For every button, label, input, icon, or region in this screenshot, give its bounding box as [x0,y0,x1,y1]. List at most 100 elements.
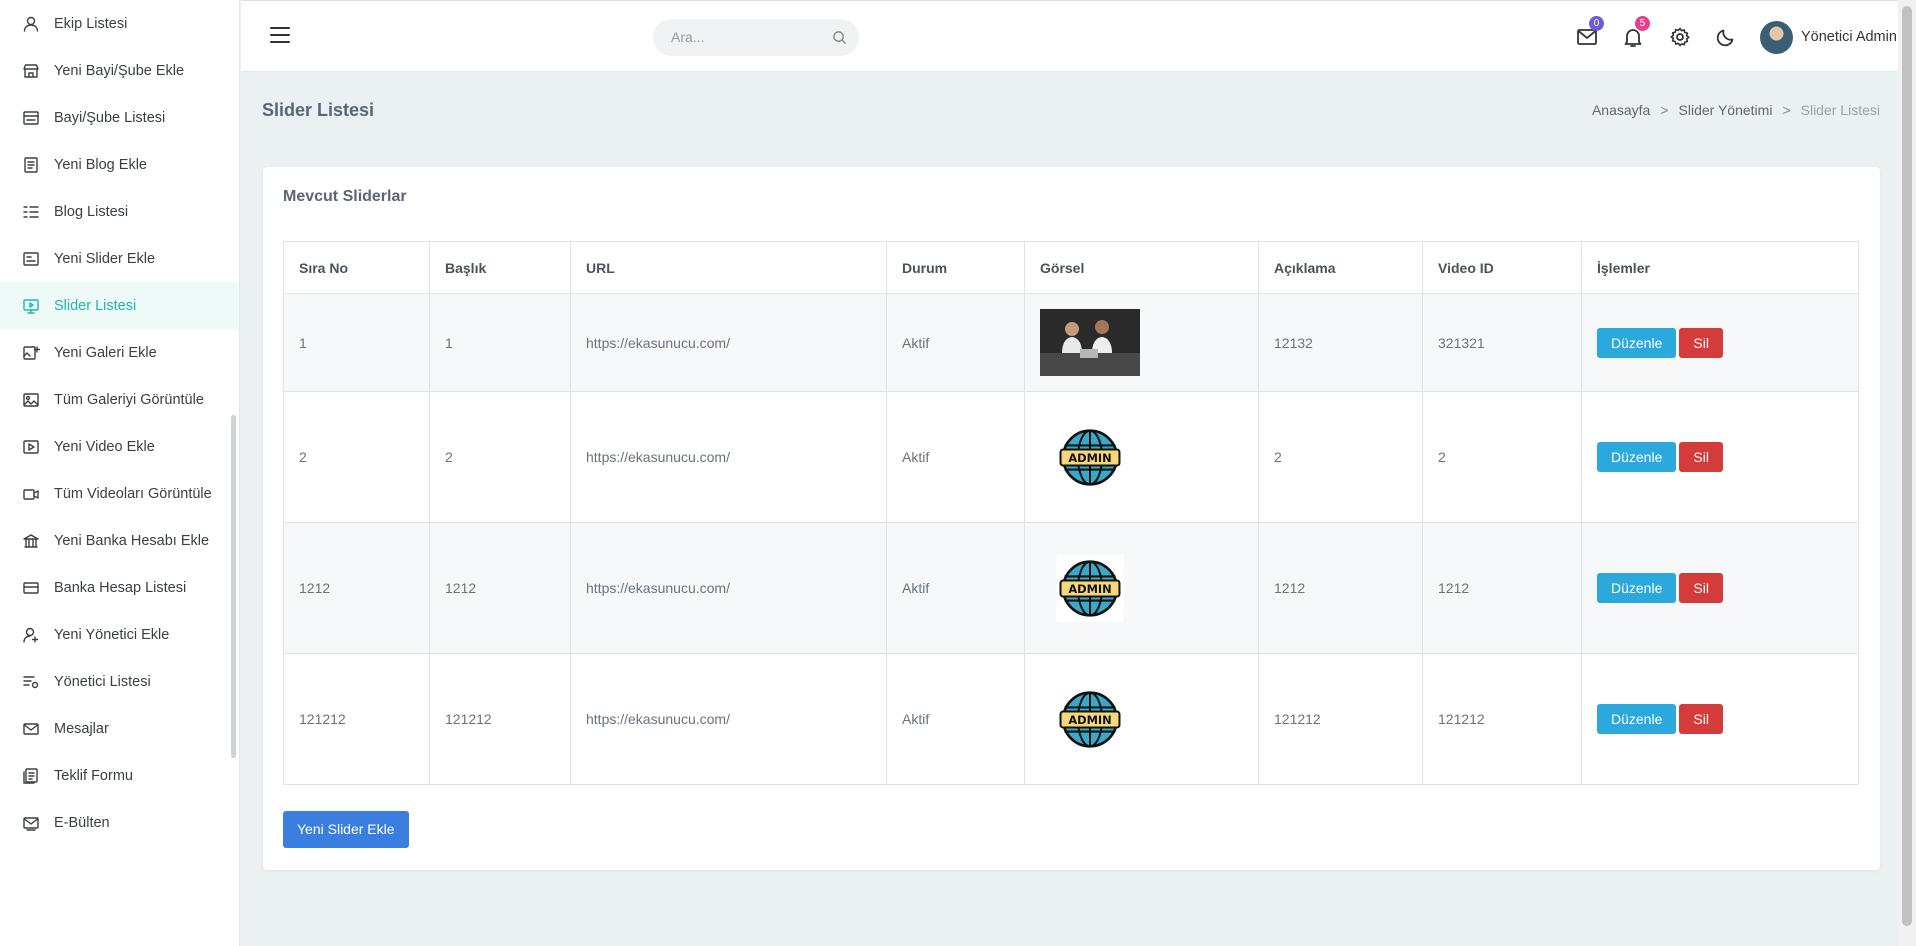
mail-badge: 0 [1589,16,1604,31]
edit-button[interactable]: Düzenle [1597,327,1677,358]
monitor-icon [22,297,40,315]
sidebar-item-banka-hesap-listesi[interactable]: Banka Hesap Listesi [0,564,239,611]
cell-video-id: 2 [1422,391,1582,523]
search-input[interactable] [671,29,821,45]
sidebar-item-label: Yeni Bayi/Şube Ekle [54,62,185,79]
list-icon [22,203,40,221]
svg-text:ADMIN: ADMIN [1068,582,1111,596]
sidebar-item-label: Ekip Listesi [54,15,128,32]
sidebar-item-slider-listesi[interactable]: Slider Listesi [0,282,239,329]
column-header: Durum [886,241,1025,294]
sidebar-item-label: Yeni Galeri Ekle [54,344,157,361]
cell-image [1024,293,1259,392]
sidebar-item-bayi-şube-listesi[interactable]: Bayi/Şube Listesi [0,94,239,141]
bank-icon [22,532,40,550]
sidebar-item-tüm-galeriyi-görüntüle[interactable]: Tüm Galeriyi Görüntüle [0,376,239,423]
column-header: Açıklama [1258,241,1423,294]
video-camera-icon [22,485,40,503]
sidebar-item-label: Tüm Videoları Görüntüle [54,485,212,502]
sidebar-item-yönetici-listesi[interactable]: Yönetici Listesi [0,658,239,705]
cell-actions: Düzenle Sil [1581,522,1859,654]
table-row: 1 1 https://ekasunucu.com/Aktif 12132 321321… [283,293,1859,392]
cell-status: Aktif [886,522,1025,654]
sidebar-scrollbar[interactable] [231,415,236,758]
mail-icon[interactable]: 0 [1576,16,1604,48]
sidebar-item-label: Mesajlar [54,720,109,737]
user-list-icon [22,673,40,691]
breadcrumb-slider-management[interactable]: Slider Yönetimi [1679,102,1773,118]
mail-icon [22,720,40,738]
cell-title: 2 [429,391,571,523]
sidebar-item-ekip-listesi[interactable]: Ekip Listesi [0,0,239,47]
sidebar-item-tüm-videoları-görüntüle[interactable]: Tüm Videoları Görüntüle [0,470,239,517]
sidebar-nav: Ekip Listesi Yeni Bayi/Şube Ekle Bayi/Şube… [0,0,239,846]
cell-video-id: 1212 [1422,522,1582,654]
cell-video-id: 121212 [1422,653,1582,785]
sidebar-item-yeni-blog-ekle[interactable]: Yeni Blog Ekle [0,141,239,188]
sidebar-item-blog-listesi[interactable]: Blog Listesi [0,188,239,235]
column-header: URL [570,241,887,294]
cell-status: Aktif [886,391,1025,523]
sidebar-item-label: Yeni Video Ekle [54,438,155,455]
cell-actions: Düzenle Sil [1581,293,1859,392]
search-box [653,19,859,56]
page-scrollbar[interactable] [1898,0,1916,946]
settings-gear-icon[interactable] [1669,26,1691,48]
sidebar-item-yeni-video-ekle[interactable]: Yeni Video Ekle [0,423,239,470]
cell-url: https://ekasunucu.com/ [570,653,887,785]
menu-toggle-icon[interactable] [269,25,291,45]
slider-icon [22,250,40,268]
cell-description: 1212 [1258,522,1423,654]
breadcrumb-home[interactable]: Anasayfa [1592,102,1650,118]
cell-video-id: 321321 [1422,293,1582,392]
cell-title: 1212 [429,522,571,654]
username[interactable]: Yönetici Admin [1801,29,1897,45]
sidebar-item-yeni-banka-hesabı-ekle[interactable]: Yeni Banka Hesabı Ekle [0,517,239,564]
table-row: 1212 1212 https://ekasunucu.com/Aktif ADMIN… [283,522,1859,654]
dark-mode-moon-icon[interactable] [1715,26,1737,48]
delete-button[interactable]: Sil [1679,327,1723,358]
sidebar-item-yeni-galeri-ekle[interactable]: Yeni Galeri Ekle [0,329,239,376]
notification-badge: 5 [1635,16,1650,31]
sidebar-item-label: Bayi/Şube Listesi [54,109,166,126]
form-icon [22,767,40,785]
cell-title: 1 [429,293,571,392]
notification-bell-icon[interactable]: 5 [1622,16,1650,48]
sidebar-item-label: Teklif Formu [54,767,133,784]
breadcrumb-current: Slider Listesi [1800,102,1880,118]
cell-description: 121212 [1258,653,1423,785]
cell-no: 2 [283,391,430,523]
cell-no: 1 [283,293,430,392]
delete-button[interactable]: Sil [1679,573,1723,603]
add-slider-button[interactable]: Yeni Slider Ekle [283,811,409,848]
cell-actions: Düzenle Sil [1581,391,1859,523]
delete-button[interactable]: Sil [1679,442,1723,472]
store-icon [22,62,40,80]
admin-logo-image: ADMIN [1056,554,1124,622]
sidebar-item-label: Yeni Blog Ekle [54,156,147,173]
newsletter-icon [22,814,40,832]
column-header: İşlemler [1581,241,1859,294]
avatar[interactable] [1760,21,1793,54]
cell-description: 12132 [1258,293,1423,392]
sidebar-item-yeni-slider-ekle[interactable]: Yeni Slider Ekle [0,235,239,282]
sidebar-item-e-bülten[interactable]: E-Bülten [0,799,239,846]
edit-button[interactable]: Düzenle [1597,704,1677,734]
sidebar-item-label: Slider Listesi [54,297,137,314]
column-header: Sıra No [283,241,430,294]
card-icon [22,579,40,597]
sidebar-item-label: Blog Listesi [54,203,129,220]
edit-button[interactable]: Düzenle [1597,442,1677,472]
sidebar-item-mesajlar[interactable]: Mesajlar [0,705,239,752]
svg-text:ADMIN: ADMIN [1068,713,1111,727]
edit-button[interactable]: Düzenle [1597,573,1677,603]
page-title: Slider Listesi [262,100,375,120]
sidebar-item-yeni-bayi-şube-ekle[interactable]: Yeni Bayi/Şube Ekle [0,47,239,94]
search-icon[interactable] [832,30,847,50]
sidebar-item-teklif-formu[interactable]: Teklif Formu [0,752,239,799]
table-row: 121212 121212 https://ekasunucu.com/Aktif A… [283,653,1859,785]
sidebar-item-yeni-yönetici-ekle[interactable]: Yeni Yönetici Ekle [0,611,239,658]
delete-button[interactable]: Sil [1679,704,1723,734]
cell-status: Aktif [886,293,1025,392]
cell-description: 2 [1258,391,1423,523]
